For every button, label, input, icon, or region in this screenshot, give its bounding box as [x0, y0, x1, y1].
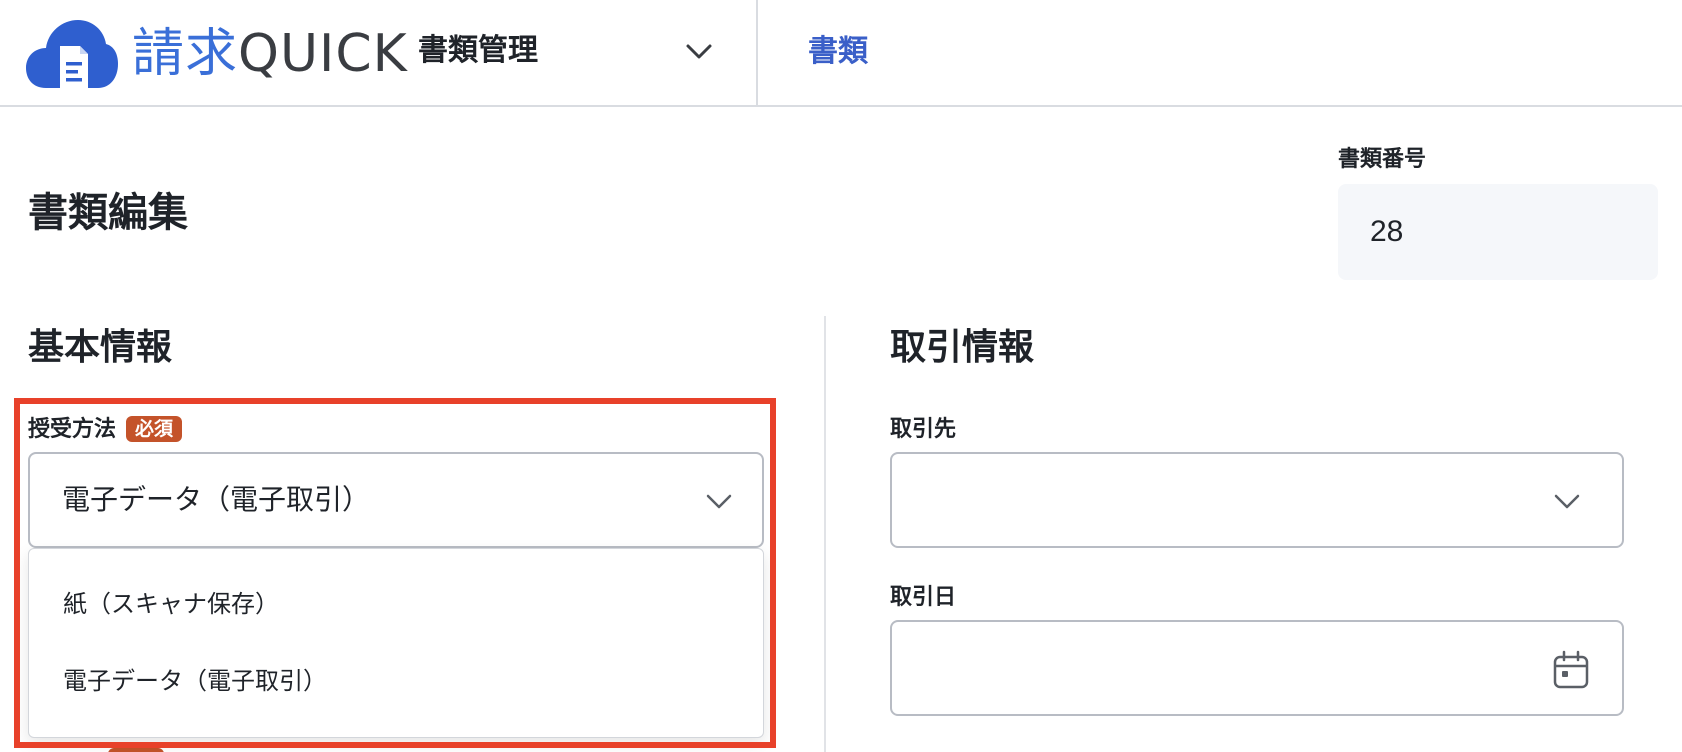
logo-latin: QUICK — [238, 24, 408, 84]
section-title-trade-info: 取引情報 — [890, 327, 1035, 368]
date-label: 取引日 — [890, 585, 957, 610]
partner-select[interactable] — [890, 452, 1624, 548]
app-header: 請求QUICK 書類管理 書類 — [0, 0, 1682, 107]
partner-label: 取引先 — [890, 417, 957, 442]
module-label: 書類管理 — [418, 33, 538, 68]
column-divider — [824, 316, 826, 752]
required-badge: 必須 — [126, 416, 183, 442]
page-title: 書類編集 — [28, 190, 188, 236]
receipt-method-label: 授受方法 必須 — [28, 416, 183, 444]
chevron-down-icon — [706, 494, 732, 509]
section-title-basic-info: 基本情報 — [28, 327, 173, 368]
receipt-method-value: 電子データ（電子取引） — [62, 483, 371, 516]
doc-number-label: 書類番号 — [1338, 147, 1427, 172]
chevron-down-icon — [1554, 494, 1580, 509]
receipt-method-dropdown: 紙（スキャナ保存） 電子データ（電子取引） — [28, 548, 764, 738]
next-field-badge-peek — [108, 748, 164, 752]
option-electronic-data[interactable]: 電子データ（電子取引） — [29, 646, 763, 716]
calendar-icon[interactable] — [1552, 650, 1590, 690]
receipt-method-label-text: 授受方法 — [28, 417, 117, 442]
header-divider — [756, 0, 758, 107]
page: 請求QUICK 書類管理 書類 書類編集 書類番号 28 基本情報 授受方法 必須… — [0, 0, 1682, 752]
nav-link-documents[interactable]: 書類 — [808, 32, 868, 72]
date-input[interactable] — [890, 620, 1624, 716]
module-selector[interactable]: 書類管理 — [400, 20, 730, 82]
option-paper-scan[interactable]: 紙（スキャナ保存） — [29, 569, 763, 639]
app-logo[interactable]: 請求QUICK — [26, 20, 407, 88]
doc-number-field: 28 — [1338, 184, 1658, 280]
chevron-down-icon — [686, 44, 712, 59]
logo-kanji: 請求 — [132, 24, 239, 84]
receipt-method-select[interactable]: 電子データ（電子取引） — [28, 452, 764, 548]
logo-wordmark: 請求QUICK — [132, 24, 408, 84]
cloud-document-icon — [26, 20, 118, 88]
